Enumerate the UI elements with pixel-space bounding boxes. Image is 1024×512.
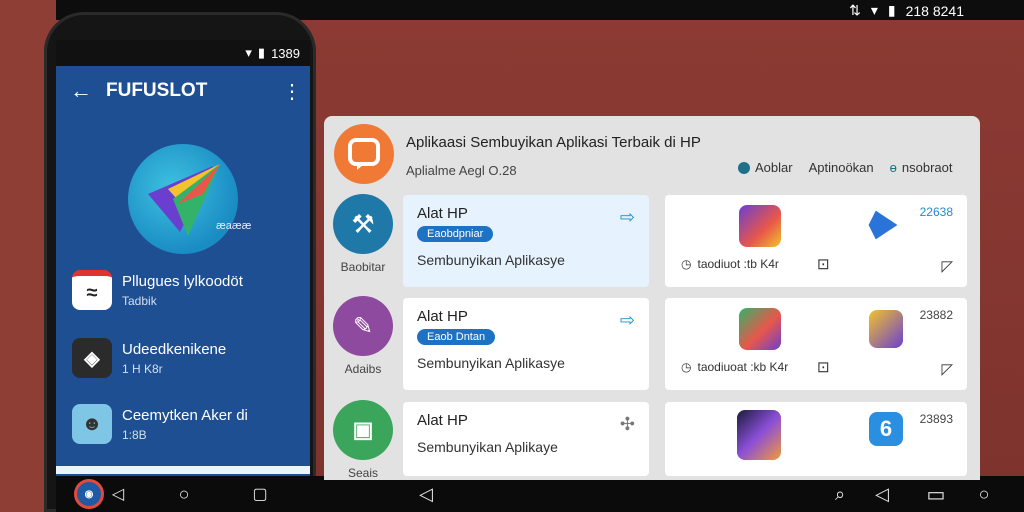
app-card[interactable]: Alat HP Eaobdpniar Sembunyikan Aplikasye…: [403, 195, 649, 287]
app-description: Sembunyikan Aplikasye: [417, 252, 565, 268]
tab-aptinookan[interactable]: Aptinoökan: [809, 160, 874, 175]
category-label: Adaibs: [344, 362, 382, 376]
phone-status-bar: ▾ ▮ 1389: [56, 40, 310, 66]
app-name: Alat HP: [417, 205, 468, 222]
app-meta-text: taodiuoat :kb K4r: [697, 360, 789, 374]
phone-app-title: FUFUSLOT: [106, 80, 208, 101]
app-detail-card[interactable]: 6 23893: [665, 402, 967, 476]
phone-app-bar: ← FUFUSLOT ⋮: [56, 66, 310, 116]
app-tile-icon: [739, 308, 781, 350]
tab-label: Aoblar: [755, 160, 793, 175]
nav-recents-icon[interactable]: ▢: [246, 476, 274, 512]
list-item-subtitle: 1:8B: [122, 427, 147, 442]
app-card[interactable]: Alat HP Sembunyikan Aplikaye ✣: [403, 402, 649, 476]
tab-aoblar[interactable]: Aoblar: [738, 160, 793, 175]
app-tile-icon: [869, 310, 903, 348]
phone-bottom-strip: [56, 466, 310, 474]
tab-nsobraot[interactable]: ɵ nsobraot: [890, 160, 953, 175]
tab-label: nsobraot: [901, 160, 953, 175]
nav-home-icon[interactable]: ○: [970, 476, 998, 512]
panel-subtitle: Aplialme Aegl O.28: [406, 163, 517, 178]
send-icon[interactable]: ◸: [941, 257, 953, 275]
bag-icon[interactable]: ⊡: [817, 255, 830, 273]
category-label: Seais: [347, 466, 379, 480]
nav-home-icon[interactable]: ○: [170, 476, 198, 512]
list-item-title: Pllugues lylkoodöt: [122, 272, 243, 290]
app-card[interactable]: Alat HP Eaob Dntan Sembunyikan Aplikasye…: [403, 298, 649, 390]
tool-app-icon: ◈: [72, 338, 112, 378]
puzzle-icon[interactable]: ✣: [620, 414, 635, 435]
bag-icon[interactable]: ⊡: [817, 358, 830, 376]
nav-back-icon[interactable]: ◁: [412, 476, 440, 512]
nav-back-icon[interactable]: ◁: [868, 476, 896, 512]
category-label: Baobitar: [340, 260, 386, 274]
search-icon[interactable]: ⌕: [826, 476, 854, 512]
panel-tabs: Aoblar Aptinoökan ɵ nsobraot: [738, 160, 952, 175]
list-item[interactable]: ≈ Pllugues lylkoodöt Tadbik: [72, 262, 292, 318]
category-item[interactable]: ⚒ Baobitar: [330, 194, 396, 274]
list-item-title: Udeedkenikene: [122, 340, 227, 358]
app-meta: ◷ taodiuoat :kb K4r: [681, 360, 788, 374]
panel-title: Aplikaasi Sembuyikan Aplikasi Terbaik di…: [406, 134, 701, 151]
app-name: Alat HP: [417, 412, 468, 429]
category-item[interactable]: ▣ Seais: [330, 400, 396, 480]
app-detail-card[interactable]: 22638 ◷ taodiuot :tb K4r ⊡ ◸: [665, 195, 967, 287]
b-app-icon: 6: [869, 412, 903, 446]
phone-image-icon: [737, 410, 781, 460]
desktop-status-area: ⇅ ▾ ▮ 218 8241: [849, 2, 964, 19]
app-badge: Eaob Dntan: [417, 329, 496, 345]
app-logo: [128, 144, 238, 254]
list-item-subtitle: 1 H K8r: [122, 361, 163, 376]
sync-icon: ⇅: [849, 2, 861, 18]
battery-icon: ▮: [257, 45, 266, 60]
send-icon[interactable]: ◸: [941, 360, 953, 378]
app-number: 23882: [919, 308, 953, 322]
tab-dot-icon: [738, 161, 750, 174]
clock-icon: ◷: [681, 257, 692, 271]
list-item-title: Ceemytken Aker di: [122, 406, 248, 424]
app-meta-text: taodiuot :tb K4r: [697, 257, 779, 271]
wifi-icon: ▾: [245, 45, 252, 60]
list-item[interactable]: ☻ Ceemytken Aker di 1:8B: [72, 396, 292, 452]
app-tile-icon: [739, 205, 781, 247]
nav-back-icon[interactable]: ◁: [106, 476, 130, 512]
info-icon: ɵ: [889, 160, 897, 175]
more-vert-icon[interactable]: ⋮: [274, 79, 310, 104]
wifi-icon: ▾: [870, 2, 878, 18]
app-number: 23893: [919, 412, 953, 426]
app-name: Alat HP: [417, 308, 468, 325]
calendar-app-icon: ≈: [72, 270, 112, 310]
list-item-subtitle: Tadbik: [122, 293, 157, 308]
tab-label: Aptinoökan: [808, 160, 874, 175]
logo-caption: æaææ: [216, 220, 252, 232]
list-item[interactable]: ◈ Udeedkenikene 1 H K8r: [72, 330, 292, 386]
chat-app-icon: [334, 124, 394, 184]
phone-clock: 1389: [271, 45, 300, 61]
back-arrow-icon[interactable]: ←: [56, 78, 106, 104]
share-icon[interactable]: ⇨: [620, 207, 635, 228]
share-icon[interactable]: ⇨: [620, 310, 635, 331]
app-description: Sembunyikan Aplikasye: [417, 355, 565, 371]
app-detail-card[interactable]: 23882 ◷ taodiuoat :kb K4r ⊡ ◸: [665, 298, 967, 390]
phone-screen: ▾ ▮ 1389 ← FUFUSLOT ⋮ æaææ ≈ Pllugues ly…: [56, 40, 310, 480]
edit-icon: ✎: [333, 296, 393, 356]
tools-icon: ⚒: [333, 194, 393, 254]
category-item[interactable]: ✎ Adaibs: [330, 296, 396, 376]
battery-icon: ▮: [887, 2, 896, 18]
nav-recents-icon[interactable]: ▭: [918, 476, 954, 512]
desktop-clock: 218 8241: [905, 2, 964, 19]
avatar[interactable]: ◉: [74, 479, 104, 509]
app-badge: Eaobdpniar: [417, 226, 494, 242]
app-description: Sembunyikan Aplikaye: [417, 439, 558, 455]
chat-icon: ▣: [333, 400, 393, 460]
app-number: 22638: [919, 205, 953, 219]
clock-icon: ◷: [681, 360, 692, 374]
app-meta: ◷ taodiuot :tb K4r: [681, 257, 779, 271]
play-icon: [868, 210, 898, 240]
mascot-app-icon: ☻: [72, 404, 112, 444]
